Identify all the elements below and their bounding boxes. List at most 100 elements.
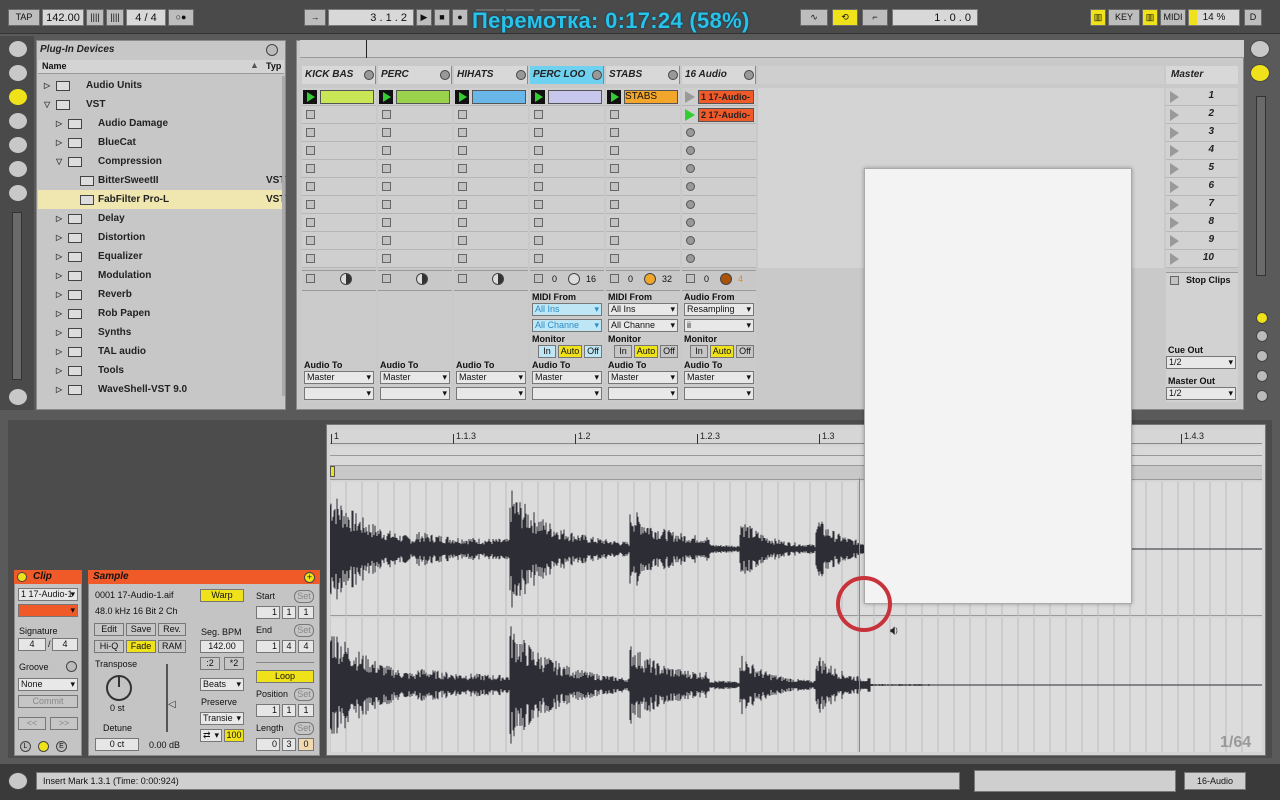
scene-launch[interactable]: 1 <box>1166 88 1238 106</box>
clip-stop-icon[interactable] <box>458 110 467 119</box>
midi-from-select[interactable]: All Ins <box>608 303 678 316</box>
clip-record-icon[interactable] <box>686 146 695 155</box>
clip-play-icon[interactable] <box>685 91 695 103</box>
collapsed-arrow-icon[interactable]: ▷ <box>44 76 50 95</box>
clip-stop-icon[interactable] <box>306 218 315 227</box>
detune-field[interactable]: 0 ct <box>95 738 139 751</box>
stop-button[interactable]: ■ <box>434 9 450 26</box>
length-set-button[interactable]: Set <box>294 722 314 735</box>
clip-record-icon[interactable] <box>686 236 695 245</box>
gain-slider-track[interactable] <box>166 664 168 732</box>
track-stop-button[interactable] <box>306 274 315 283</box>
end-set-button[interactable]: Set <box>294 624 314 637</box>
scene-play-icon[interactable] <box>1170 91 1179 103</box>
browser-item[interactable]: ▷ Audio Damage <box>38 114 284 133</box>
track-stop-button[interactable] <box>534 274 543 283</box>
overview-strip[interactable] <box>300 40 1244 58</box>
clip-record-icon[interactable] <box>686 128 695 137</box>
browser-toggle-icon[interactable] <box>8 40 28 58</box>
clip-stop-icon[interactable] <box>610 128 619 137</box>
clip-record-icon[interactable] <box>686 182 695 191</box>
stop-clips-button[interactable]: Stop Clips <box>1186 275 1231 285</box>
audio-to-select[interactable]: Master <box>684 371 754 384</box>
browser-item[interactable]: ▷ Rob Papen <box>38 304 284 323</box>
loop-length-field[interactable]: 1 . 0 . 0 <box>892 9 978 26</box>
arrange-view-icon[interactable] <box>1250 64 1270 82</box>
clip-stop-icon[interactable] <box>534 128 543 137</box>
monitor-auto-button[interactable]: Auto <box>710 345 734 358</box>
sort-arrow-icon[interactable]: ▲ <box>250 60 259 70</box>
play-button[interactable]: ▶ <box>416 9 432 26</box>
browser-scrollbar[interactable] <box>282 76 285 396</box>
clip-stop-icon[interactable] <box>458 182 467 191</box>
scene-launch[interactable]: 9 <box>1166 232 1238 250</box>
clip-record-icon[interactable] <box>686 218 695 227</box>
clip-stop-icon[interactable] <box>610 254 619 263</box>
clip-stop-icon[interactable] <box>458 200 467 209</box>
clip-stop-icon[interactable] <box>458 164 467 173</box>
monitor-auto-button[interactable]: Auto <box>558 345 582 358</box>
clip-stop-icon[interactable] <box>534 218 543 227</box>
io-toggle-icon[interactable] <box>1256 312 1268 324</box>
collapsed-arrow-icon[interactable]: ▷ <box>56 304 62 323</box>
monitor-off-button[interactable]: Off <box>660 345 678 358</box>
delay-toggle-icon[interactable] <box>1256 370 1268 382</box>
monitor-auto-button[interactable]: Auto <box>634 345 658 358</box>
clip-bar[interactable] <box>396 90 450 104</box>
loop-button[interactable]: Loop <box>256 670 314 683</box>
places-icon-3[interactable] <box>8 160 28 178</box>
waveform-right-channel[interactable] <box>330 618 1262 752</box>
clip-stop-icon[interactable] <box>382 110 391 119</box>
double-tempo-button[interactable]: *2 <box>224 657 244 670</box>
clip-stop-icon[interactable] <box>458 236 467 245</box>
clip-stop-icon[interactable] <box>458 254 467 263</box>
clip-stop-icon[interactable] <box>610 218 619 227</box>
scene-play-icon[interactable] <box>1170 217 1179 229</box>
right-scroll-track[interactable] <box>1256 96 1266 276</box>
clip-bar[interactable] <box>548 90 602 104</box>
seg-bpm-field[interactable]: 142.00 <box>200 640 244 653</box>
scene-play-icon[interactable] <box>1170 199 1179 211</box>
nudge-icon-2[interactable]: |||| <box>106 9 124 26</box>
midi-channel-select[interactable]: All Channe <box>532 319 602 332</box>
clip-stop-icon[interactable] <box>306 200 315 209</box>
monitor-in-button[interactable]: In <box>614 345 632 358</box>
track-stop-button[interactable] <box>610 274 619 283</box>
scene-launch[interactable]: 10 <box>1166 250 1238 268</box>
nudge-icon[interactable]: |||| <box>86 9 104 26</box>
browser-item[interactable]: ▷ Modulation <box>38 266 284 285</box>
midi-map-button[interactable]: MIDI <box>1160 9 1186 26</box>
signature-numerator[interactable]: 4 <box>18 638 46 651</box>
clip-stop-icon[interactable] <box>610 110 619 119</box>
clip-stop-icon[interactable] <box>306 146 315 155</box>
clip-stop-icon[interactable] <box>458 128 467 137</box>
collapsed-arrow-icon[interactable]: ▷ <box>56 285 62 304</box>
scene-launch[interactable]: 7 <box>1166 196 1238 214</box>
track-stop-button[interactable] <box>382 274 391 283</box>
clip-record-icon[interactable] <box>686 164 695 173</box>
sample-add-icon[interactable]: + <box>304 572 315 583</box>
commit-button[interactable]: Commit <box>18 695 78 708</box>
position-field[interactable]: 3 . 1 . 2 <box>328 9 414 26</box>
next-clip-button[interactable]: >> <box>50 717 78 730</box>
clip-stop-icon[interactable] <box>534 182 543 191</box>
clip-stop-icon[interactable] <box>382 128 391 137</box>
browser-item[interactable]: ▽ VST <box>38 95 284 114</box>
position-beat-field[interactable]: 1 <box>282 704 296 717</box>
audio-to-select[interactable]: Master <box>456 371 526 384</box>
warp-mode-select[interactable]: Beats <box>200 678 244 691</box>
scene-play-icon[interactable] <box>1170 163 1179 175</box>
clip-bar[interactable] <box>320 90 374 104</box>
audio-to-select[interactable]: Master <box>304 371 374 384</box>
end-sixteenth-field[interactable]: 4 <box>298 640 314 653</box>
clip-play-icon[interactable] <box>531 90 545 104</box>
launch-toggle-icon[interactable]: L <box>20 741 31 752</box>
clip-stop-icon[interactable] <box>458 218 467 227</box>
clip-bar[interactable]: 2 17-Audio- <box>698 108 754 122</box>
collapsed-arrow-icon[interactable]: ▷ <box>56 114 62 133</box>
browser-item[interactable]: ▷ BlueCat <box>38 133 284 152</box>
expanded-arrow-icon[interactable]: ▽ <box>44 95 50 114</box>
midi-from-select[interactable]: All Ins <box>532 303 602 316</box>
scene-launch[interactable]: 6 <box>1166 178 1238 196</box>
start-beat-field[interactable]: 1 <box>282 606 296 619</box>
